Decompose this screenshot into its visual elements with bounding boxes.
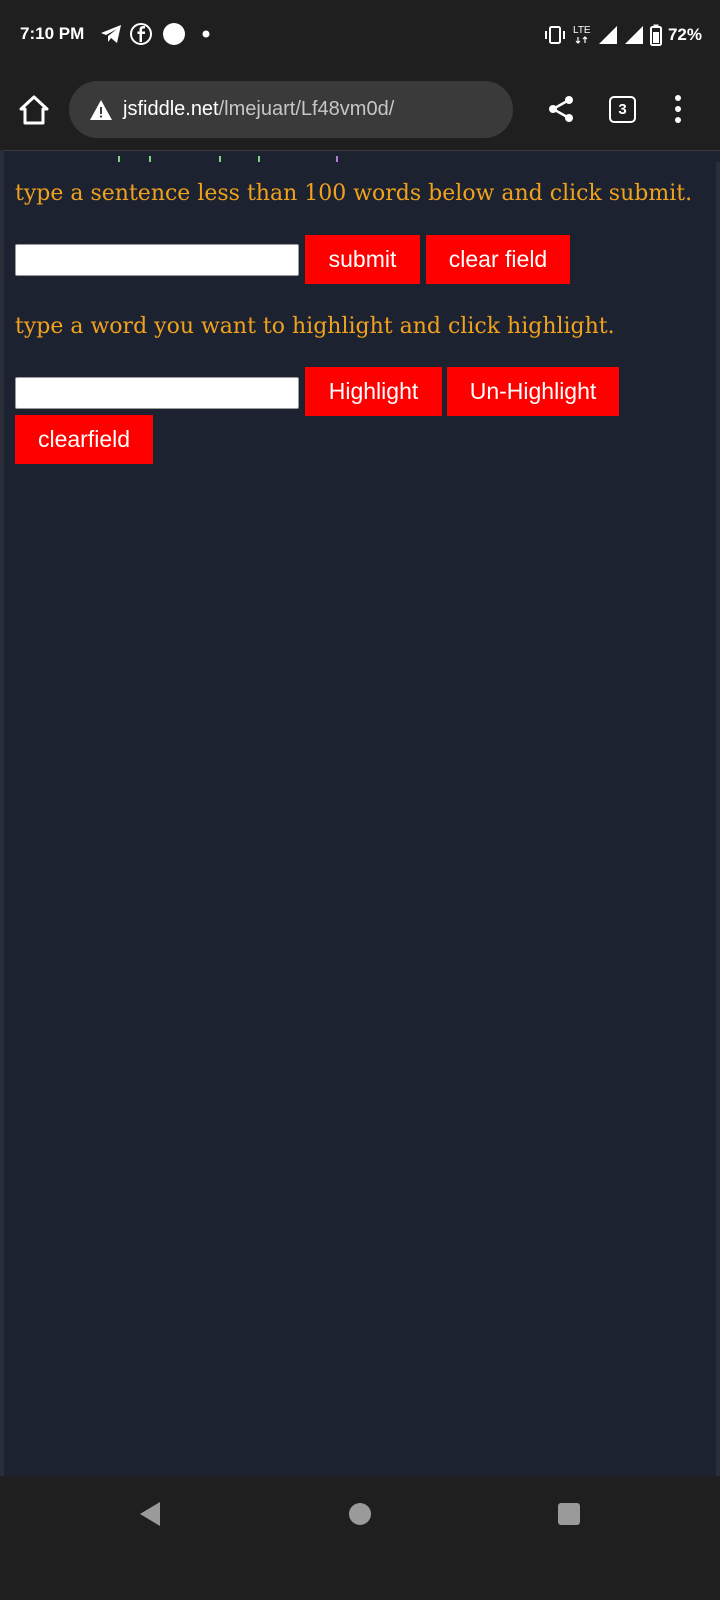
home-nav-icon[interactable] — [349, 1503, 371, 1525]
overflow-menu-icon[interactable] — [666, 92, 690, 126]
dot-icon — [202, 30, 210, 38]
tab-switcher-button[interactable]: 3 — [609, 96, 636, 123]
highlight-button[interactable]: Highlight — [305, 367, 442, 416]
status-bar: 7:10 PM LTE 72% — [0, 0, 720, 70]
code-fragment — [219, 156, 221, 162]
vibrate-icon — [544, 26, 565, 44]
code-fragment — [258, 156, 260, 162]
code-fragment — [118, 156, 120, 162]
warning-icon[interactable] — [89, 99, 113, 121]
recents-icon[interactable] — [558, 1503, 580, 1525]
signal-icon — [598, 26, 617, 44]
navigation-bar — [0, 1476, 720, 1600]
url-domain: jsfiddle.net — [123, 98, 219, 120]
content-edge — [0, 150, 4, 1476]
code-fragment — [336, 156, 338, 162]
highlight-instruction: type a word you want to highlight and cl… — [15, 314, 615, 339]
address-bar[interactable]: jsfiddle.net /lmejuart/Lf48vm0d/ — [69, 81, 513, 138]
circle-app-icon — [163, 23, 185, 45]
unhighlight-button[interactable]: Un-Highlight — [447, 367, 619, 416]
browser-toolbar: jsfiddle.net /lmejuart/Lf48vm0d/ 3 — [0, 70, 720, 150]
status-right: LTE 72% — [544, 22, 702, 48]
clearfield-button[interactable]: clearfield — [15, 415, 153, 464]
url-path: /lmejuart/Lf48vm0d/ — [218, 98, 395, 120]
home-icon[interactable] — [14, 90, 54, 130]
share-icon[interactable] — [546, 94, 576, 124]
submit-button[interactable]: submit — [305, 235, 420, 284]
back-icon[interactable] — [139, 1501, 161, 1527]
telegram-icon — [101, 25, 121, 43]
scrollbar-track[interactable] — [716, 162, 720, 1476]
submit-instruction: type a sentence less than 100 words belo… — [15, 181, 693, 206]
code-fragment — [149, 156, 151, 162]
clear-field-button[interactable]: clear field — [426, 235, 570, 284]
signal-icon-2 — [624, 26, 643, 44]
lte-icon: LTE — [573, 25, 591, 44]
battery-percent: 72% — [667, 25, 702, 44]
sentence-input[interactable] — [15, 244, 299, 276]
facebook-icon — [130, 23, 152, 45]
lte-label: LTE — [573, 25, 591, 36]
status-time: 7:10 PM — [20, 24, 85, 43]
highlight-word-input[interactable] — [15, 377, 299, 409]
web-content — [0, 150, 720, 1476]
tab-count: 3 — [618, 101, 627, 118]
battery-icon — [649, 24, 662, 46]
